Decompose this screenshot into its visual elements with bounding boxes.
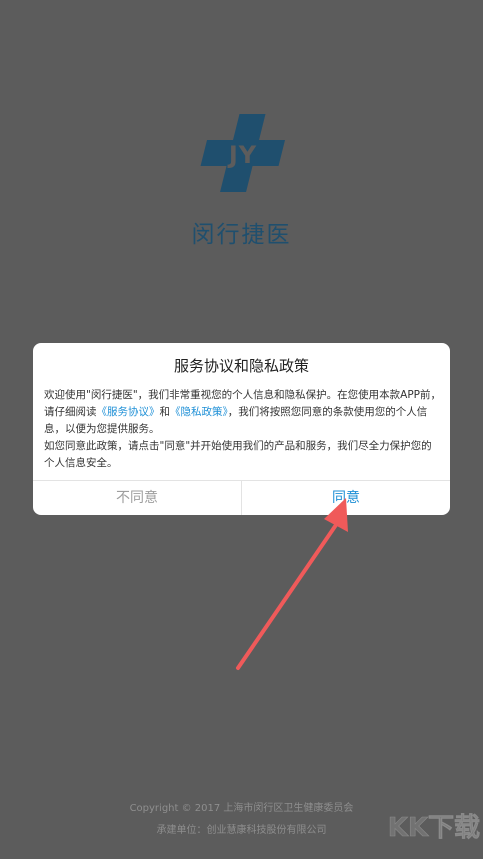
app-name: 闵行捷医 (191, 222, 292, 248)
privacy-dialog: 服务协议和隐私政策 欢迎使用"闵行捷医"，我们非常重视您的个人信息和隐私保护。在… (33, 343, 450, 515)
logo-letters: JY (227, 141, 257, 169)
disagree-button[interactable]: 不同意 (33, 481, 242, 515)
terms-of-service-link[interactable]: 《服务协议》 (97, 406, 160, 418)
dialog-paragraph-1: 欢迎使用"闵行捷医"，我们非常重视您的个人信息和隐私保护。在您使用本款APP前，… (44, 387, 442, 438)
watermark-logo: KK下载 (387, 813, 480, 844)
paragraph-1-and: 和 (159, 406, 171, 418)
dialog-button-row: 不同意 同意 (33, 480, 450, 515)
cross-jy-logo-icon: JY (200, 114, 286, 192)
privacy-policy-link[interactable]: 《隐私政策》 (170, 406, 228, 418)
dialog-paragraph-2: 如您同意此政策，请点击"同意"并开始使用我们的产品和服务，我们尽全力保护您的个人… (44, 440, 432, 469)
watermark-text: KK下载 (388, 813, 480, 843)
agree-button[interactable]: 同意 (242, 481, 450, 515)
dialog-title: 服务协议和隐私政策 (173, 357, 309, 375)
splash-screen: JY 闵行捷医 服务协议和隐私政策 欢迎使用"闵行捷医"，我们非常重视您的个人信… (0, 0, 483, 859)
dialog-body: 欢迎使用"闵行捷医"，我们非常重视您的个人信息和隐私保护。在您使用本款APP前，… (44, 387, 442, 472)
